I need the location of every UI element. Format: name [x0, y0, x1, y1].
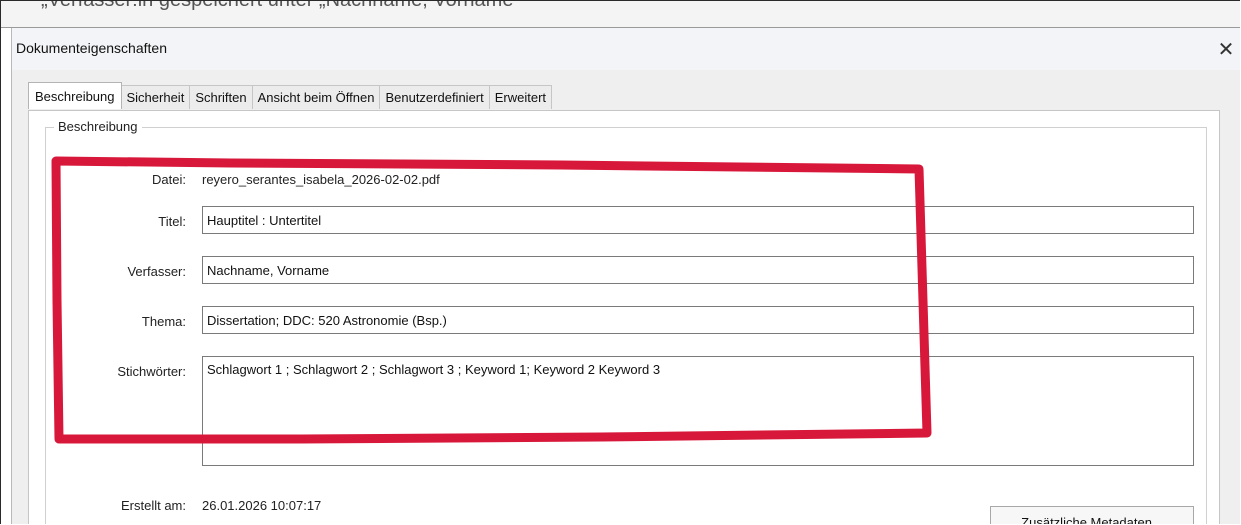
additional-metadata-button[interactable]: Zusätzliche Metadaten... — [990, 506, 1194, 524]
author-input[interactable] — [202, 256, 1194, 284]
title-label: Titel: — [158, 214, 186, 229]
keywords-textarea[interactable]: Schlagwort 1 ; Schlagwort 2 ; Schlagwort… — [202, 356, 1194, 466]
tab-panel-beschreibung: Beschreibung Datei: reyero_serantes_isab… — [28, 110, 1220, 524]
tab-benutzerdefiniert[interactable]: Benutzerdefiniert — [379, 85, 490, 109]
group-legend: Beschreibung — [54, 119, 142, 134]
created-value: 26.01.2026 10:07:17 — [202, 498, 322, 513]
close-button[interactable]: ✕ — [1211, 34, 1240, 64]
description-group: Beschreibung Datei: reyero_serantes_isab… — [45, 119, 1207, 524]
tab-schriften[interactable]: Schriften — [189, 85, 253, 109]
document-properties-dialog: Dokumenteigenschaften ✕ Beschreibung Sic… — [11, 28, 1240, 524]
background-document-text: „Verfasser:in gespeichert unter „Nachnam… — [41, 1, 520, 12]
file-label: Datei: — [152, 172, 186, 187]
tab-ansicht-beim-oeffnen[interactable]: Ansicht beim Öffnen — [251, 85, 381, 109]
background-document-strip: „Verfasser:in gespeichert unter „Nachnam… — [1, 1, 1240, 28]
tab-bar: Beschreibung Sicherheit Schriften Ansich… — [28, 82, 553, 109]
tab-erweitert[interactable]: Erweitert — [488, 85, 553, 109]
created-label: Erstellt am: — [120, 498, 186, 513]
dialog-titlebar: Dokumenteigenschaften ✕ — [12, 28, 1240, 70]
subject-label: Thema: — [141, 314, 186, 329]
dialog-title: Dokumenteigenschaften — [16, 40, 167, 56]
keywords-label: Stichwörter: — [117, 364, 186, 379]
author-label: Verfasser: — [127, 264, 186, 279]
title-input[interactable] — [202, 206, 1194, 234]
file-value: reyero_serantes_isabela_2026-02-02.pdf — [202, 172, 440, 187]
close-icon: ✕ — [1217, 38, 1235, 61]
screenshot-frame: „Verfasser:in gespeichert unter „Nachnam… — [0, 0, 1240, 524]
tab-sicherheit[interactable]: Sicherheit — [120, 85, 191, 109]
subject-input[interactable] — [202, 306, 1194, 334]
tab-beschreibung[interactable]: Beschreibung — [28, 82, 122, 109]
